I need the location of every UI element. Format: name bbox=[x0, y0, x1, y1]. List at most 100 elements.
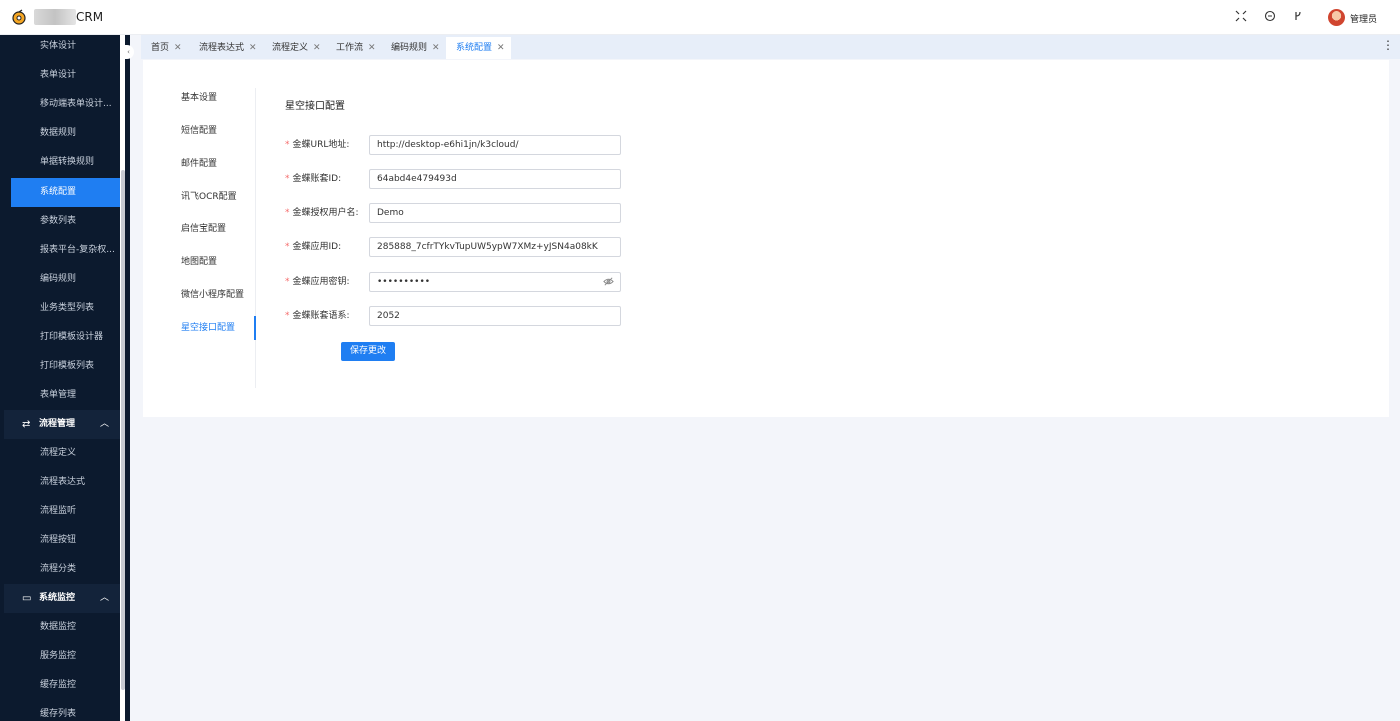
sidebar-item-data-monitor[interactable]: 数据监控 bbox=[0, 613, 120, 642]
brand-logo-blurred bbox=[34, 9, 76, 25]
settings-menu-sms[interactable]: 短信配置 bbox=[181, 121, 291, 141]
required-mark: * bbox=[285, 311, 290, 321]
close-icon[interactable]: ✕ bbox=[174, 43, 182, 53]
sidebar-item-form-design[interactable]: 表单设计 bbox=[0, 61, 120, 90]
sidebar-item-mobile-form-design[interactable]: 移动端表单设计... bbox=[0, 90, 120, 119]
field-label-language: * 金蝶账套语系: bbox=[285, 306, 369, 326]
app-id-input[interactable] bbox=[369, 237, 621, 257]
sidebar-group-workflow[interactable]: ⇄ 流程管理 ︿ bbox=[4, 410, 120, 439]
tab-workflow[interactable]: 工作流 ✕ bbox=[326, 37, 376, 59]
field-label-text: 金蝶授权用户名: bbox=[292, 208, 359, 218]
message-icon[interactable] bbox=[1263, 10, 1277, 24]
settings-menu-qixinbao[interactable]: 启信宝配置 bbox=[181, 219, 291, 239]
sidebar-item-workflow-category[interactable]: 流程分类 bbox=[0, 555, 120, 584]
account-id-input[interactable] bbox=[369, 169, 621, 189]
sidebar-item-param-list[interactable]: 参数列表 bbox=[0, 207, 120, 236]
settings-menu-email[interactable]: 邮件配置 bbox=[181, 154, 291, 174]
workflow-icon: ⇄ bbox=[22, 419, 31, 430]
more-vertical-icon[interactable]: ⋮ bbox=[1382, 38, 1394, 52]
settings-menu-basic[interactable]: 基本设置 bbox=[181, 88, 291, 108]
sidebar-group-label: 系统监控 bbox=[39, 593, 76, 603]
sidebar-item-form-management[interactable]: 表单管理 bbox=[0, 381, 120, 410]
field-label-text: 金蝶账套语系: bbox=[292, 311, 350, 321]
sidebar-item-doc-convert-rules[interactable]: 单据转换规则 bbox=[0, 148, 120, 177]
field-label-text: 金蝶URL地址: bbox=[292, 140, 350, 150]
sidebar-scroll-thumb[interactable] bbox=[121, 170, 125, 690]
branch-icon[interactable] bbox=[1291, 10, 1305, 24]
eye-hidden-icon[interactable] bbox=[602, 276, 614, 288]
tab-label: 流程表达式 bbox=[199, 43, 245, 53]
collapse-sidebar-button[interactable]: ‹ bbox=[123, 45, 134, 59]
sidebar-item-entity-design[interactable]: 实体设计 bbox=[0, 35, 120, 61]
username-input[interactable] bbox=[369, 203, 621, 223]
sidebar-item-report-platform[interactable]: 报表平台-复杂权... bbox=[0, 236, 120, 265]
monitor-icon: ▭ bbox=[22, 593, 32, 604]
url-input[interactable] bbox=[369, 135, 621, 155]
top-bar: CRM 管理员 bbox=[0, 0, 1400, 35]
section-title: 星空接口配置 bbox=[285, 101, 345, 112]
chevron-up-icon: ︿ bbox=[99, 419, 109, 429]
sidebar-item-code-rules[interactable]: 编码规则 bbox=[0, 265, 120, 294]
settings-menu-ocr[interactable]: 讯飞OCR配置 bbox=[181, 187, 291, 207]
brand-name: CRM bbox=[76, 10, 104, 24]
close-icon[interactable]: ✕ bbox=[368, 43, 376, 53]
avatar[interactable] bbox=[1328, 9, 1345, 26]
fullscreen-icon[interactable] bbox=[1234, 10, 1248, 24]
sidebar-item-cache-monitor[interactable]: 缓存监控 bbox=[0, 671, 120, 700]
sidebar-group-label: 流程管理 bbox=[39, 419, 76, 429]
required-mark: * bbox=[285, 174, 290, 184]
sidebar-item-service-monitor[interactable]: 服务监控 bbox=[0, 642, 120, 671]
sidebar: 实体设计 表单设计 移动端表单设计... 数据规则 单据转换规则 系统配置 参数… bbox=[0, 35, 130, 721]
required-mark: * bbox=[285, 208, 290, 218]
sidebar-group-monitor[interactable]: ▭ 系统监控 ︿ bbox=[4, 584, 120, 613]
logo-icon bbox=[12, 9, 26, 25]
save-button[interactable]: 保存更改 bbox=[341, 342, 395, 361]
menu-divider bbox=[255, 88, 256, 388]
tab-label: 系统配置 bbox=[456, 43, 493, 53]
tab-label: 首页 bbox=[151, 43, 170, 53]
settings-card: 基本设置 短信配置 邮件配置 讯飞OCR配置 启信宝配置 地图配置 微信小程序配… bbox=[143, 60, 1389, 417]
language-input[interactable] bbox=[369, 306, 621, 326]
close-icon[interactable]: ✕ bbox=[497, 43, 505, 53]
chevron-up-icon: ︿ bbox=[99, 593, 109, 603]
sidebar-item-data-rules[interactable]: 数据规则 bbox=[0, 119, 120, 148]
tab-label: 工作流 bbox=[336, 43, 364, 53]
sidebar-item-workflow-listener[interactable]: 流程监听 bbox=[0, 497, 120, 526]
close-icon[interactable]: ✕ bbox=[249, 43, 257, 53]
close-icon[interactable]: ✕ bbox=[432, 43, 440, 53]
tab-system-config[interactable]: 系统配置 ✕ bbox=[446, 37, 511, 59]
settings-menu-map[interactable]: 地图配置 bbox=[181, 252, 291, 272]
sidebar-item-workflow-definition[interactable]: 流程定义 bbox=[0, 439, 120, 468]
sidebar-item-print-template-designer[interactable]: 打印模板设计器 bbox=[0, 323, 120, 352]
tab-bar: 首页 ✕ 流程表达式 ✕ 流程定义 ✕ 工作流 ✕ 编码规则 ✕ 系统配置 ✕ ⋮ bbox=[141, 35, 1400, 59]
sidebar-item-business-type-list[interactable]: 业务类型列表 bbox=[0, 294, 120, 323]
field-label-url: * 金蝶URL地址: bbox=[285, 135, 369, 155]
sidebar-item-workflow-expression[interactable]: 流程表达式 bbox=[0, 468, 120, 497]
sidebar-item-workflow-button[interactable]: 流程按钮 bbox=[0, 526, 120, 555]
active-menu-indicator bbox=[254, 316, 256, 340]
field-label-text: 金蝶账套ID: bbox=[292, 174, 342, 184]
settings-menu-xingkong-api[interactable]: 星空接口配置 bbox=[181, 318, 291, 338]
field-label-text: 金蝶应用ID: bbox=[292, 242, 342, 252]
sidebar-item-print-template-list[interactable]: 打印模板列表 bbox=[0, 352, 120, 381]
user-name[interactable]: 管理员 bbox=[1350, 12, 1377, 25]
tab-code-rules[interactable]: 编码规则 ✕ bbox=[381, 37, 440, 59]
settings-menu-wechat-miniapp[interactable]: 微信小程序配置 bbox=[181, 285, 291, 305]
tab-label: 编码规则 bbox=[391, 43, 428, 53]
app-secret-input[interactable] bbox=[369, 272, 621, 292]
field-label-text: 金蝶应用密钥: bbox=[292, 277, 350, 287]
required-mark: * bbox=[285, 277, 290, 287]
field-label-username: * 金蝶授权用户名: bbox=[285, 203, 369, 223]
sidebar-item-system-config[interactable]: 系统配置 bbox=[11, 178, 120, 207]
tab-home[interactable]: 首页 ✕ bbox=[141, 37, 182, 59]
close-icon[interactable]: ✕ bbox=[313, 43, 321, 53]
field-label-app-id: * 金蝶应用ID: bbox=[285, 237, 369, 257]
field-label-app-secret: * 金蝶应用密钥: bbox=[285, 272, 369, 292]
tab-workflow-definition[interactable]: 流程定义 ✕ bbox=[262, 37, 321, 59]
tab-label: 流程定义 bbox=[272, 43, 309, 53]
sidebar-item-cache-list[interactable]: 缓存列表 bbox=[0, 700, 120, 721]
required-mark: * bbox=[285, 242, 290, 252]
required-mark: * bbox=[285, 140, 290, 150]
tab-workflow-expression[interactable]: 流程表达式 ✕ bbox=[189, 37, 257, 59]
field-label-account-id: * 金蝶账套ID: bbox=[285, 169, 369, 189]
